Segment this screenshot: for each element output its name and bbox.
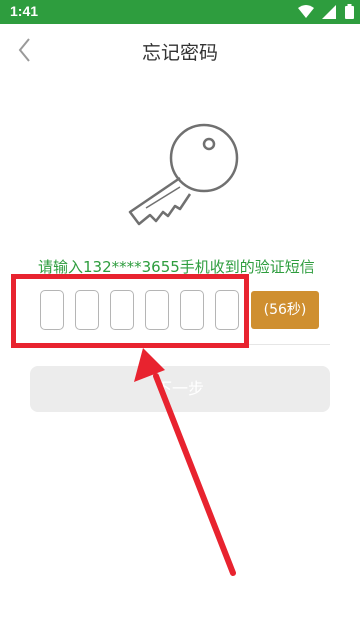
- header: 忘记密码: [0, 24, 360, 76]
- status-time: 1:41: [10, 3, 39, 19]
- resend-countdown-button[interactable]: (56秒): [251, 291, 319, 329]
- verification-hint: 请输入132****3655手机收到的验证短信: [38, 258, 315, 276]
- divider: [28, 344, 330, 345]
- key-icon: [126, 118, 250, 230]
- code-digit-box[interactable]: [75, 290, 99, 330]
- status-icons: [297, 4, 354, 23]
- next-step-button[interactable]: 下一步: [30, 366, 330, 412]
- status-bar: 1:41: [0, 0, 360, 24]
- battery-icon: [345, 4, 354, 23]
- wifi-icon: [297, 4, 314, 23]
- code-digit-box[interactable]: [180, 290, 204, 330]
- page-title: 忘记密码: [141, 42, 218, 64]
- code-digit-box[interactable]: [145, 290, 169, 330]
- code-digit-box[interactable]: [40, 290, 64, 330]
- signal-icon: [321, 4, 336, 23]
- code-digit-box[interactable]: [215, 290, 239, 330]
- code-digit-box[interactable]: [110, 290, 134, 330]
